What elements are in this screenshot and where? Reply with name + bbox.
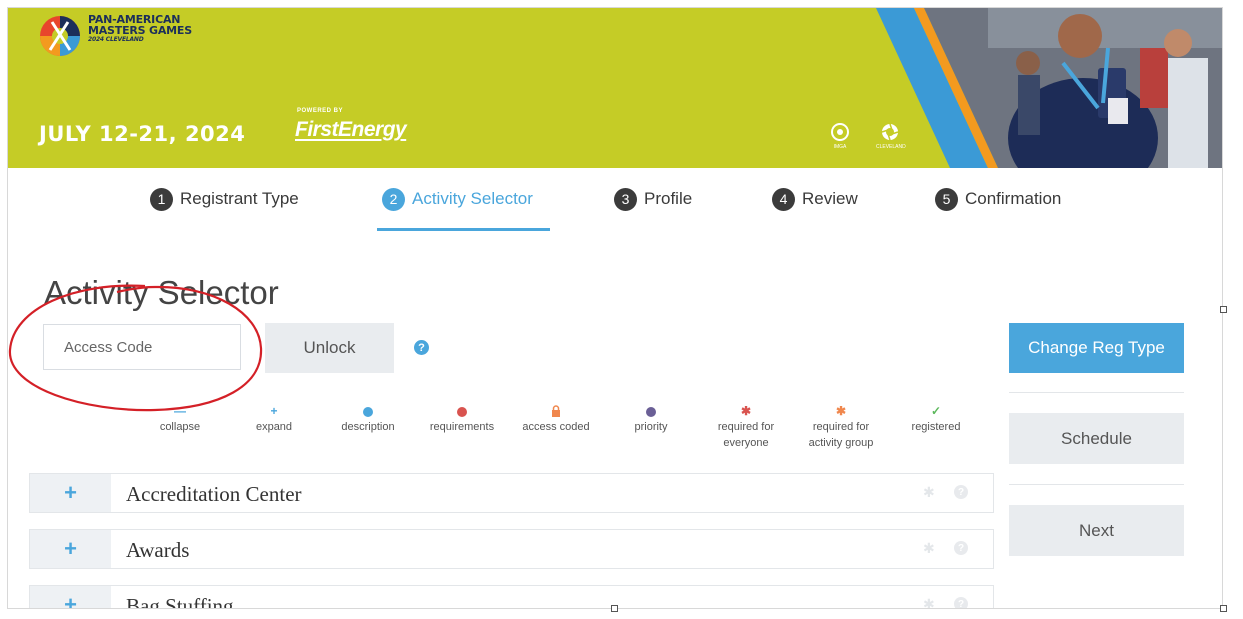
description-icon [323,405,413,418]
legend-expand: + expand [229,405,319,435]
step-label: Activity Selector [412,189,533,208]
requirements-icon [417,405,507,418]
step-registrant-type[interactable]: 1 Registrant Type [150,186,299,212]
resize-handle[interactable] [1220,605,1227,612]
expand-icon[interactable]: + [30,474,111,512]
check-icon: ✓ [930,404,942,418]
access-code-input[interactable] [43,324,241,370]
legend-requirements: requirements [417,405,507,435]
legend-collapse: — collapse [135,405,225,435]
step-confirmation[interactable]: 5 Confirmation [935,186,1061,212]
step-number: 1 [150,187,173,211]
step-label: Review [802,189,858,208]
legend-priority: priority [606,405,696,435]
activity-name: Accreditation Center [126,482,302,506]
legend-required-group: ✱ required for activity group [796,405,886,451]
unlock-button[interactable]: Unlock [265,323,394,373]
games-logo-icon [40,16,80,56]
lock-icon [511,405,601,418]
imga-logo: IMGA [826,122,854,150]
legend-access-coded: access coded [511,405,601,435]
description-icon[interactable]: ? [954,541,968,555]
activity-name: Bag Stuffing [126,594,234,608]
step-number: 3 [614,187,637,211]
asterisk-icon: ✱ [740,404,752,418]
divider [1009,392,1184,393]
activity-row: + Awards ✱ ? [29,529,994,569]
step-activity-selector[interactable]: 2 Activity Selector [382,186,533,212]
event-dates: JULY 12-21, 2024 [39,122,246,146]
step-label: Confirmation [965,189,1062,208]
step-review[interactable]: 4 Review [772,186,858,212]
page-frame: PAN-AMERICAN MASTERS GAMES 2024 CLEVELAN… [8,8,1222,608]
description-icon[interactable]: ? [954,485,968,499]
sponsor-logo: FirstEnergy [295,118,407,141]
resize-handle[interactable] [611,605,618,612]
step-number: 5 [935,187,958,211]
activity-name: Awards [126,538,190,562]
change-reg-type-button[interactable]: Change Reg Type [1009,323,1184,373]
athletes-photo [876,8,1222,168]
activity-row: + Bag Stuffing ✱ ? [29,585,994,608]
asterisk-icon: ✱ [923,596,935,608]
collapse-icon: — [174,404,186,418]
expand-icon: + [270,404,278,418]
brand-wordmark: PAN-AMERICAN MASTERS GAMES 2024 CLEVELAN… [88,13,192,43]
expand-icon[interactable]: + [30,530,111,568]
schedule-button[interactable]: Schedule [1009,413,1184,464]
resize-handle[interactable] [1220,306,1227,313]
divider [1009,484,1184,485]
activity-row: + Accreditation Center ✱ ? [29,473,994,513]
event-banner: PAN-AMERICAN MASTERS GAMES 2024 CLEVELAN… [8,8,1222,168]
asterisk-icon: ✱ [835,404,847,418]
description-icon[interactable]: ? [954,597,968,608]
step-number: 4 [772,187,795,211]
help-icon[interactable]: ? [414,340,429,355]
next-button[interactable]: Next [1009,505,1184,556]
legend-required-everyone: ✱ required for everyone [701,405,791,451]
step-label: Registrant Type [180,189,299,208]
step-label: Profile [644,189,693,208]
step-profile[interactable]: 3 Profile [614,186,692,212]
soccer-ball-icon [831,123,849,141]
priority-icon [606,405,696,418]
page-title: Activity Selector [44,274,279,311]
asterisk-icon: ✱ [923,484,935,500]
legend-registered: ✓ registered [891,405,981,435]
expand-icon[interactable]: + [30,586,111,608]
powered-by-label: POWERED BY [297,108,344,114]
active-step-indicator [377,228,550,231]
step-number: 2 [382,187,405,211]
registration-steps: 1 Registrant Type 2 Activity Selector 3 … [8,180,1222,232]
legend-description: description [323,405,413,435]
asterisk-icon: ✱ [923,540,935,556]
